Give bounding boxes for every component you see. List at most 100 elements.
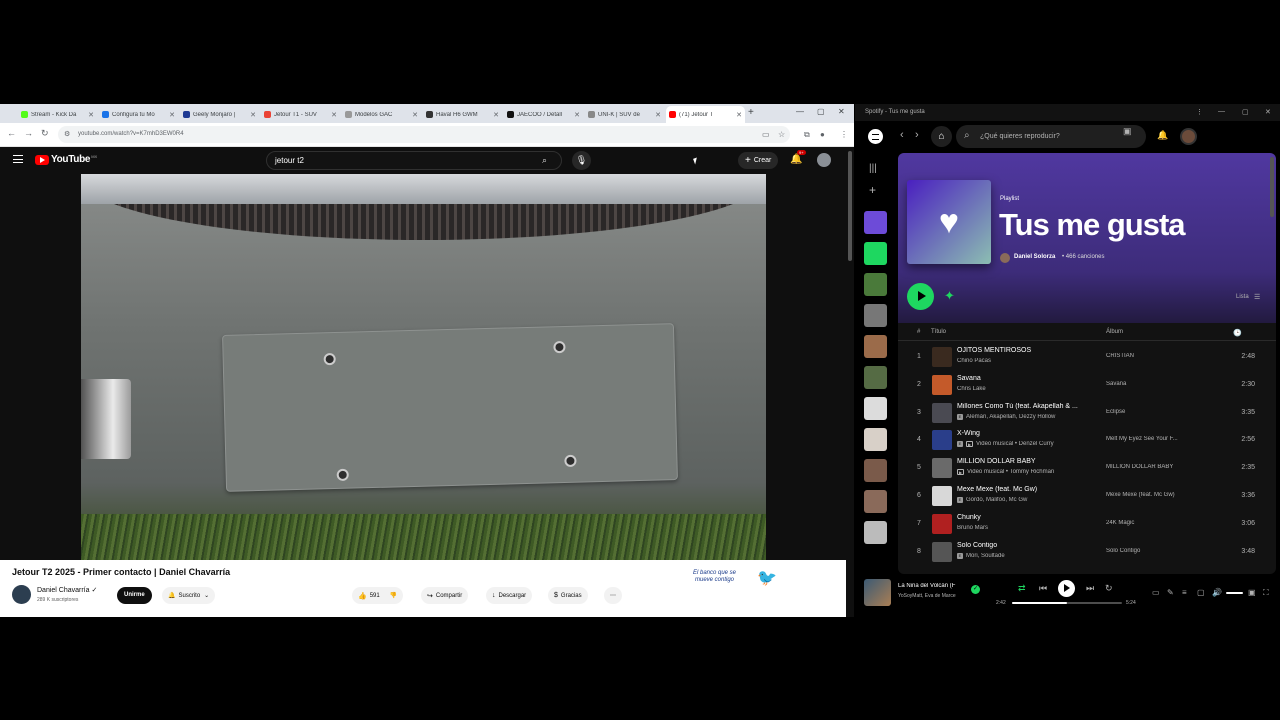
channel-name[interactable]: Daniel Chavarría ✓ bbox=[37, 586, 97, 594]
repeat-icon[interactable]: ↻ bbox=[1105, 583, 1113, 594]
queue-icon[interactable]: ≡ bbox=[1182, 588, 1187, 597]
browser-tab[interactable]: Configura tu Mo ✕ bbox=[99, 106, 178, 123]
video-player[interactable] bbox=[81, 174, 766, 560]
library-item-thumbnail[interactable] bbox=[864, 366, 887, 389]
smart-shuffle-icon[interactable]: ✦ bbox=[944, 288, 955, 304]
previous-icon[interactable]: ⏮ bbox=[1039, 583, 1047, 594]
track-artist[interactable]: Chris Lake bbox=[957, 386, 986, 392]
spotify-logo-icon[interactable] bbox=[868, 129, 883, 144]
notifications-bell-icon[interactable]: 🔔 bbox=[1157, 130, 1168, 141]
view-mode-label[interactable]: Lista bbox=[1236, 294, 1249, 300]
minimize-button[interactable]: — bbox=[796, 107, 804, 116]
library-item-thumbnail[interactable] bbox=[864, 490, 887, 513]
play-button[interactable] bbox=[907, 283, 934, 310]
account-avatar[interactable] bbox=[817, 153, 831, 167]
close-window-button[interactable]: ✕ bbox=[838, 107, 845, 116]
more-actions-button[interactable]: ⋯ bbox=[604, 587, 622, 604]
bookmark-star-icon[interactable]: ☆ bbox=[778, 130, 785, 139]
track-row[interactable]: 7 Chunky Bruno Mars 24K Magic 3:06 bbox=[898, 510, 1276, 538]
search-icon[interactable]: ⌕ bbox=[542, 155, 547, 166]
track-artist[interactable]: Video musical • Tommy Richman bbox=[967, 469, 1054, 475]
tab-close-icon[interactable]: ✕ bbox=[655, 111, 661, 119]
browser-tab[interactable]: (71) Jetour T ✕ bbox=[666, 106, 745, 123]
tab-close-icon[interactable]: ✕ bbox=[493, 111, 499, 119]
voice-search-icon[interactable]: 🎙 bbox=[572, 151, 591, 170]
browser-tab[interactable]: Stream - Kick Da ✕ bbox=[18, 106, 97, 123]
tab-close-icon[interactable]: ✕ bbox=[250, 111, 256, 119]
library-item-thumbnail[interactable] bbox=[864, 459, 887, 482]
tab-close-icon[interactable]: ✕ bbox=[169, 111, 175, 119]
now-playing-title[interactable]: La Niña del Volcán (F bbox=[898, 583, 964, 589]
youtube-search-input[interactable]: jetour t2 ⌕ bbox=[266, 151, 562, 170]
now-playing-artist[interactable]: YoSoyMatt, Eva de Marce bbox=[898, 593, 964, 599]
saved-check-icon[interactable]: ✓ bbox=[971, 585, 980, 594]
list-view-icon[interactable]: ☰ bbox=[1254, 293, 1260, 301]
new-tab-button[interactable]: + bbox=[748, 107, 754, 118]
track-title[interactable]: MILLION DOLLAR BABY bbox=[957, 458, 1097, 465]
track-artist[interactable]: Video musical • Denzel Curry bbox=[976, 441, 1054, 447]
track-album[interactable]: Solo Contigo bbox=[1106, 548, 1226, 554]
library-item-thumbnail[interactable] bbox=[864, 428, 887, 451]
forward-icon[interactable]: › bbox=[915, 129, 919, 141]
track-artist[interactable]: Chino Pacas bbox=[957, 358, 991, 364]
track-title[interactable]: Savana bbox=[957, 375, 1097, 382]
track-artist[interactable]: Gordo, Malifoo, Mc Gw bbox=[966, 497, 1027, 503]
url-field[interactable]: ⚙ youtube.com/watch?v=K7mhD3EW0R4 bbox=[58, 126, 790, 143]
create-playlist-icon[interactable]: + bbox=[869, 183, 876, 197]
tab-close-icon[interactable]: ✕ bbox=[736, 111, 742, 119]
track-title[interactable]: Chunky bbox=[957, 514, 1097, 521]
library-item-thumbnail[interactable] bbox=[864, 521, 887, 544]
account-avatar[interactable] bbox=[1180, 128, 1197, 145]
create-button[interactable]: + Crear bbox=[738, 152, 779, 169]
youtube-logo[interactable]: YouTube MX bbox=[35, 154, 97, 165]
browser-tab[interactable]: Geely Monjaro | ✕ bbox=[180, 106, 259, 123]
chrome-menu-icon[interactable]: ⋮ bbox=[840, 130, 848, 139]
forward-icon[interactable]: → bbox=[24, 128, 33, 138]
playlist-scrollbar[interactable] bbox=[1270, 157, 1274, 217]
browser-tab[interactable]: Haval H6 GWM ✕ bbox=[423, 106, 502, 123]
track-title[interactable]: X-Wing bbox=[957, 430, 1097, 437]
hamburger-menu-icon[interactable] bbox=[13, 155, 23, 163]
track-album[interactable]: CRISTIAN bbox=[1106, 353, 1226, 359]
track-artist[interactable]: Mori, Soultade bbox=[966, 553, 1005, 559]
track-artist[interactable]: Bruno Mars bbox=[957, 525, 988, 531]
track-title[interactable]: Millones Como Tú (feat. Akapellah & ... bbox=[957, 403, 1097, 410]
track-album[interactable]: MILLION DOLLAR BABY bbox=[1106, 464, 1226, 470]
track-album[interactable]: Melt My Eyez See Your F... bbox=[1106, 436, 1226, 442]
browser-tab[interactable]: JAECOO / Detall ✕ bbox=[504, 106, 583, 123]
extensions-icon[interactable]: ⧉ bbox=[804, 130, 810, 140]
next-icon[interactable]: ⏭ bbox=[1086, 583, 1094, 594]
subscribed-button[interactable]: 🔔 Suscrito ⌄ bbox=[162, 587, 216, 604]
play-pause-button[interactable] bbox=[1058, 580, 1075, 597]
tab-close-icon[interactable]: ✕ bbox=[574, 111, 580, 119]
library-item-thumbnail[interactable] bbox=[864, 397, 887, 420]
playlist-owner[interactable]: Daniel Solorza bbox=[1014, 254, 1055, 260]
channel-avatar[interactable] bbox=[12, 585, 31, 604]
connect-device-icon[interactable]: ▢ bbox=[1197, 588, 1205, 597]
join-button[interactable]: Unirme bbox=[117, 587, 152, 604]
download-button[interactable]: ↓ Descargar bbox=[486, 587, 533, 604]
browser-tab[interactable]: UNI-K | SUV de ✕ bbox=[585, 106, 664, 123]
track-row[interactable]: 3 Millones Como Tú (feat. Akapellah & ...… bbox=[898, 399, 1276, 427]
now-playing-view-icon[interactable]: ▭ bbox=[1152, 588, 1160, 597]
browser-tab[interactable]: Modelos GAC ✕ bbox=[342, 106, 421, 123]
page-scrollbar[interactable] bbox=[846, 147, 854, 617]
track-album[interactable]: 24K Magic bbox=[1106, 520, 1226, 526]
volume-slider[interactable] bbox=[1226, 592, 1243, 594]
track-artist[interactable]: Alemán, Akapellah, Dezzy Hollow bbox=[966, 414, 1055, 420]
library-item-thumbnail[interactable] bbox=[864, 211, 887, 234]
site-info-icon[interactable]: ⚙ bbox=[64, 130, 70, 138]
thanks-button[interactable]: $ Gracias bbox=[548, 587, 588, 604]
lyrics-icon[interactable]: ✎ bbox=[1167, 588, 1174, 597]
track-title[interactable]: OJITOS MENTIROSOS bbox=[957, 347, 1097, 354]
browser-tab[interactable]: Jetour T1 - SUV ✕ bbox=[261, 106, 340, 123]
thumbs-down-icon[interactable]: 👎 bbox=[390, 592, 397, 599]
track-title[interactable]: Mexe Mexe (feat. Mc Gw) bbox=[957, 486, 1097, 493]
track-row[interactable]: 4 X-Wing E ▶ Video musical • Denzel Curry Mel… bbox=[898, 426, 1276, 454]
minimize-button[interactable]: — bbox=[1218, 108, 1225, 115]
track-title[interactable]: Solo Contigo bbox=[957, 542, 1097, 549]
browse-icon[interactable]: ▣ bbox=[1123, 126, 1132, 137]
library-item-thumbnail[interactable] bbox=[864, 273, 887, 296]
tab-close-icon[interactable]: ✕ bbox=[412, 111, 418, 119]
track-album[interactable]: Eclipse bbox=[1106, 409, 1226, 415]
